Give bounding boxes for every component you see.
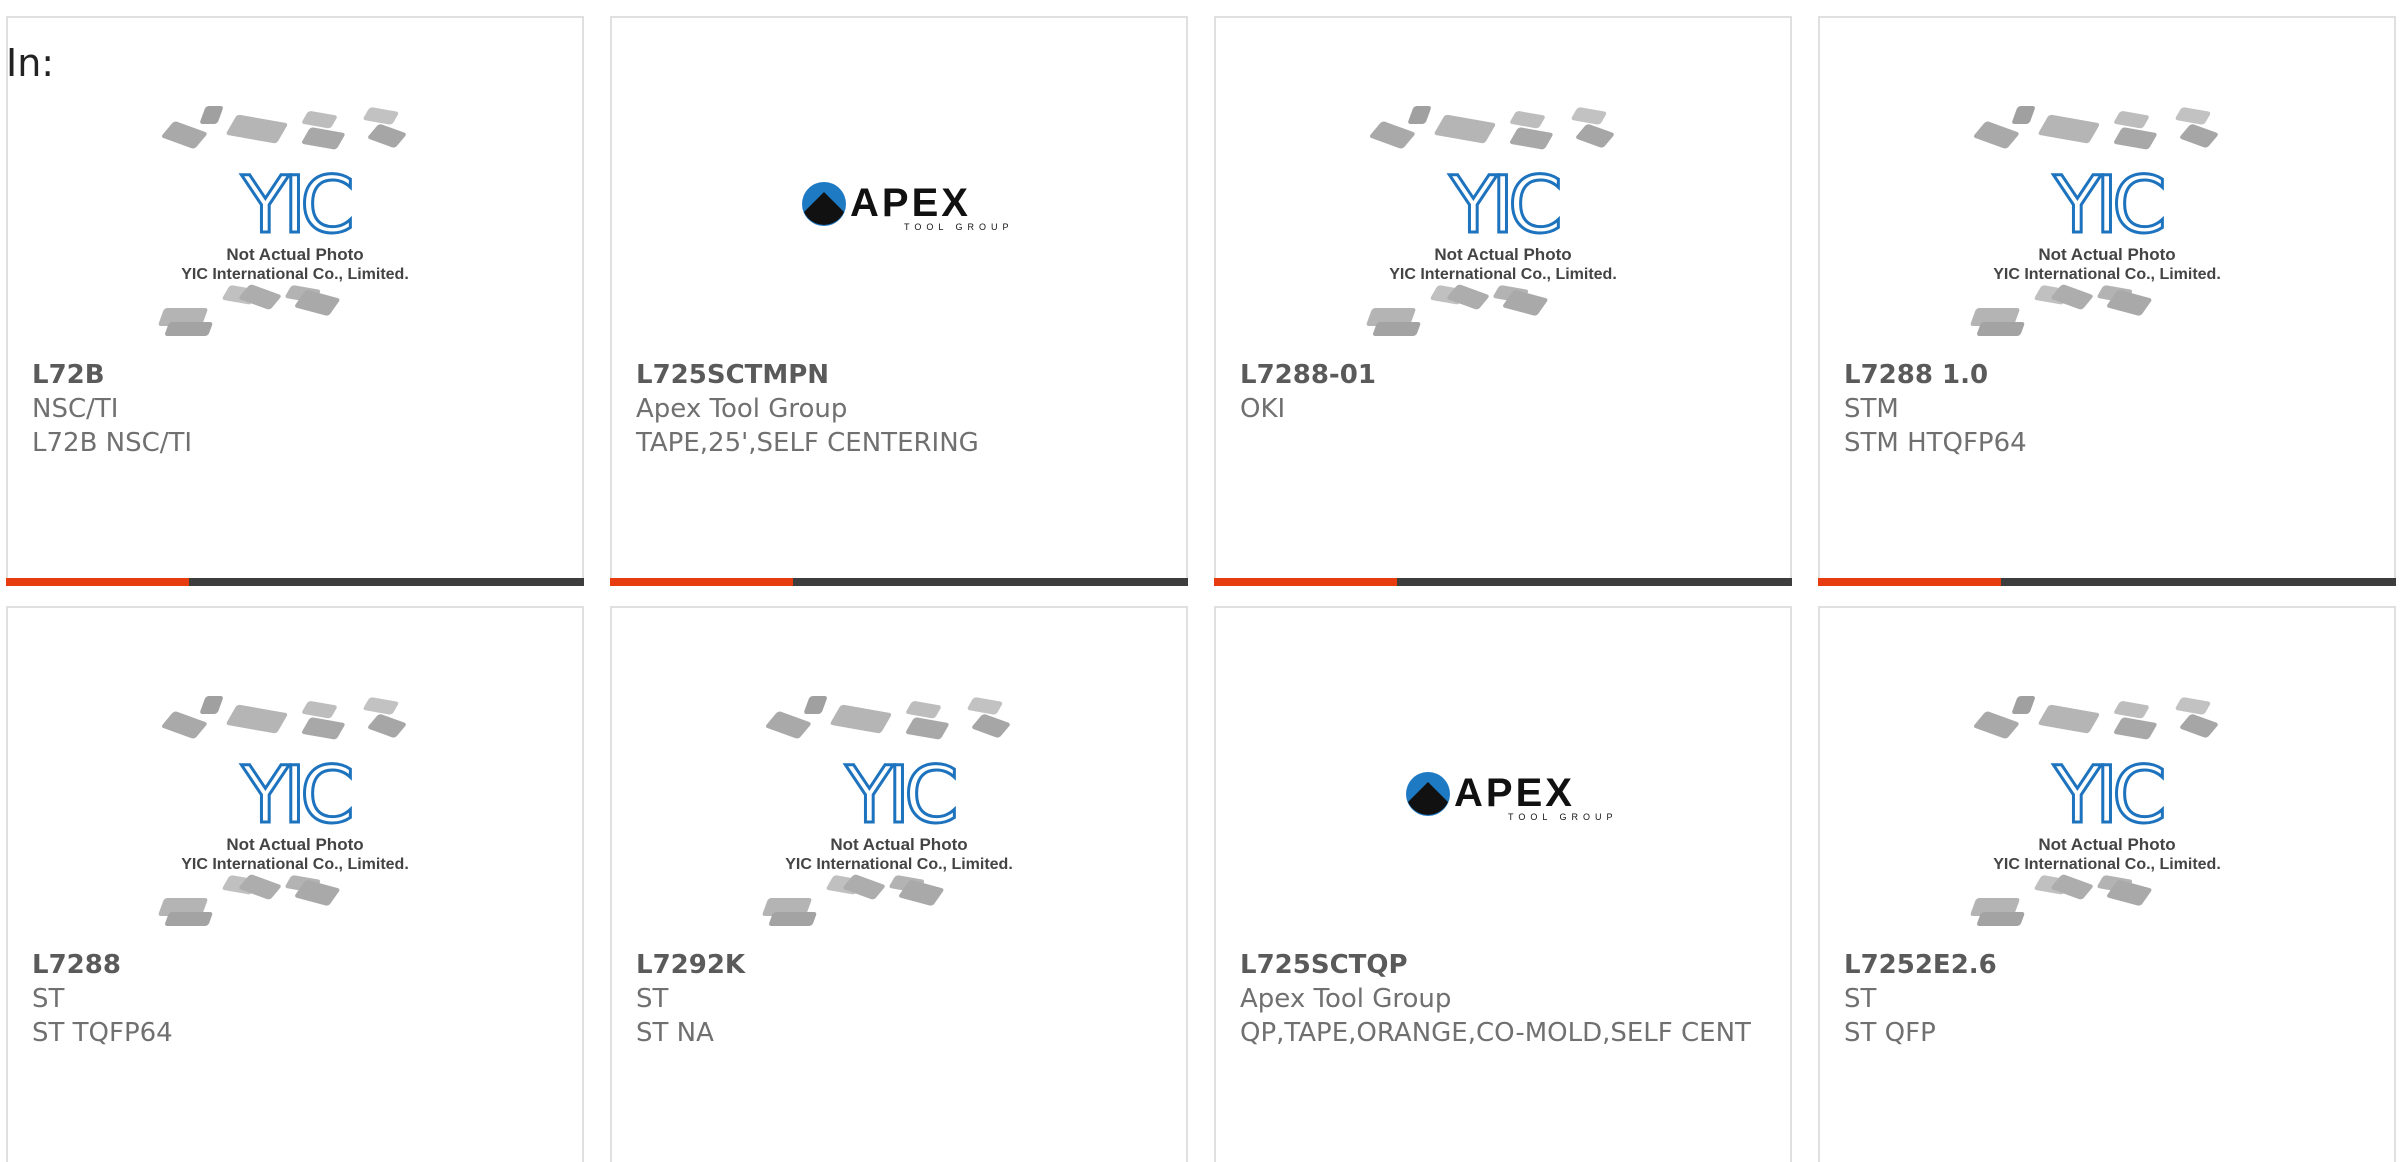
yic-placeholder-icon: YICNot Actual Photo YIC International Co.… xyxy=(158,696,409,926)
svg-text:TOOL GROUP: TOOL GROUP xyxy=(1508,812,1618,822)
product-card[interactable]: APEX TOOL GROUP L725SCTMPN Apex Tool Grou… xyxy=(610,16,1188,586)
manufacturer: Apex Tool Group xyxy=(636,394,848,424)
product-card[interactable]: YIC Not Actual Photo YIC International Co.… xyxy=(1818,16,2396,586)
product-image[interactable]: APEX TOOL GROUP xyxy=(1216,690,1790,960)
yic-placeholder-icon: YICNot Actual Photo YIC International Co.… xyxy=(1366,106,1617,336)
svg-text:YIC International Co., Limited: YIC International Co., Limited. xyxy=(1993,266,2221,283)
product-info: L7288-01 OKI xyxy=(1240,358,1766,426)
yic-logo: YIC xyxy=(240,161,351,251)
card-accent-bar xyxy=(6,578,189,586)
card-accent-bar xyxy=(610,578,793,586)
svg-text:YIC International Co., Limited: YIC International Co., Limited. xyxy=(181,266,409,283)
card-footer-bar xyxy=(610,578,1188,586)
product-info: L725SCTQP Apex Tool Group QP,TAPE,ORANGE… xyxy=(1240,948,1766,1050)
svg-text:Not Actual Photo: Not Actual Photo xyxy=(2038,835,2175,854)
part-number[interactable]: L725SCTMPN xyxy=(636,358,1162,392)
product-card[interactable]: YIC Not Actual Photo YIC International Co.… xyxy=(6,16,584,586)
yic-placeholder-icon: YICNot Actual Photo YIC International Co.… xyxy=(762,696,1013,926)
svg-text:TOOL GROUP: TOOL GROUP xyxy=(904,222,1014,232)
manufacturer: OKI xyxy=(1240,394,1286,424)
part-number[interactable]: L72B xyxy=(32,358,558,392)
part-number[interactable]: L7288 1.0 xyxy=(1844,358,2370,392)
part-number[interactable]: L7292K xyxy=(636,948,1162,982)
svg-text:Not Actual Photo: Not Actual Photo xyxy=(2038,245,2175,264)
product-grid-page: In: YIC Not Actual Photo YIC International… xyxy=(0,0,2400,1162)
description: STM HTQFP64 xyxy=(1844,428,2027,458)
product-info: L7252E2.6 ST ST QFP xyxy=(1844,948,2370,1050)
product-info: L7292K ST ST NA xyxy=(636,948,1162,1050)
svg-text:APEX: APEX xyxy=(850,181,971,225)
svg-text:APEX: APEX xyxy=(1454,771,1575,815)
card-footer-bar xyxy=(1818,578,2396,586)
yic-logo: YIC xyxy=(2052,751,2163,841)
product-card[interactable]: APEX TOOL GROUP L725SCTQP Apex Tool Group… xyxy=(1214,606,1792,1162)
svg-text:Not Actual Photo: Not Actual Photo xyxy=(1434,245,1571,264)
svg-text:YIC International Co., Limited: YIC International Co., Limited. xyxy=(785,856,1013,873)
description: ST QFP xyxy=(1844,1018,1936,1048)
product-info: L725SCTMPN Apex Tool Group TAPE,25',SELF… xyxy=(636,358,1162,460)
part-number[interactable]: L7252E2.6 xyxy=(1844,948,2370,982)
product-info: L7288 1.0 STM STM HTQFP64 xyxy=(1844,358,2370,460)
product-image[interactable]: YIC Not Actual Photo YIC International Co.… xyxy=(8,690,582,960)
yic-logo: YIC xyxy=(2052,161,2163,251)
manufacturer: NSC/TI xyxy=(32,394,119,424)
svg-text:Not Actual Photo: Not Actual Photo xyxy=(226,245,363,264)
description: TAPE,25',SELF CENTERING xyxy=(636,428,979,458)
product-info: L7288 ST ST TQFP64 xyxy=(32,948,558,1050)
svg-text:Not Actual Photo: Not Actual Photo xyxy=(830,835,967,854)
description: L72B NSC/TI xyxy=(32,428,193,458)
product-info: L72B NSC/TI L72B NSC/TI xyxy=(32,358,558,460)
yic-logo: YIC xyxy=(240,751,351,841)
description: ST TQFP64 xyxy=(32,1018,173,1048)
yic-logo: YIC xyxy=(844,751,955,841)
product-image[interactable]: APEX TOOL GROUP xyxy=(612,100,1186,370)
part-number[interactable]: L7288 xyxy=(32,948,558,982)
card-footer-bar xyxy=(1214,578,1792,586)
product-image[interactable]: YIC Not Actual Photo YIC International Co.… xyxy=(612,690,1186,960)
card-footer-bar xyxy=(6,578,584,586)
manufacturer: ST xyxy=(32,984,65,1014)
manufacturer: ST xyxy=(1844,984,1877,1014)
filter-label: In: xyxy=(6,41,55,85)
svg-text:YIC International Co., Limited: YIC International Co., Limited. xyxy=(181,856,409,873)
yic-placeholder-icon: YICNot Actual Photo YIC International Co.… xyxy=(1970,696,2221,926)
part-number[interactable]: L7288-01 xyxy=(1240,358,1766,392)
product-image[interactable]: YIC Not Actual Photo YIC International Co.… xyxy=(1820,100,2394,370)
apex-logo-icon: APEXTOOL GROUP xyxy=(802,181,1014,232)
yic-logo: YIC xyxy=(1448,161,1559,251)
svg-text:YIC International Co., Limited: YIC International Co., Limited. xyxy=(1389,266,1617,283)
card-accent-bar xyxy=(1818,578,2001,586)
svg-text:YIC International Co., Limited: YIC International Co., Limited. xyxy=(1993,856,2221,873)
apex-logo-icon: APEXTOOL GROUP xyxy=(1406,771,1618,822)
card-accent-bar xyxy=(1214,578,1397,586)
yic-placeholder-icon: YICNot Actual Photo YIC International Co.… xyxy=(158,106,409,336)
description: ST NA xyxy=(636,1018,714,1048)
manufacturer: Apex Tool Group xyxy=(1240,984,1452,1014)
product-card[interactable]: YIC Not Actual Photo YIC International Co.… xyxy=(1214,16,1792,586)
svg-text:Not Actual Photo: Not Actual Photo xyxy=(226,835,363,854)
product-image[interactable]: YIC Not Actual Photo YIC International Co.… xyxy=(8,100,582,370)
product-card[interactable]: YIC Not Actual Photo YIC International Co.… xyxy=(6,606,584,1162)
yic-placeholder-icon: YICNot Actual Photo YIC International Co.… xyxy=(1970,106,2221,336)
product-image[interactable]: YIC Not Actual Photo YIC International Co.… xyxy=(1216,100,1790,370)
product-card[interactable]: YIC Not Actual Photo YIC International Co.… xyxy=(1818,606,2396,1162)
manufacturer: ST xyxy=(636,984,669,1014)
part-number[interactable]: L725SCTQP xyxy=(1240,948,1766,982)
product-image[interactable]: YIC Not Actual Photo YIC International Co.… xyxy=(1820,690,2394,960)
description: QP,TAPE,ORANGE,CO-MOLD,SELF CENT xyxy=(1240,1018,1751,1048)
product-card[interactable]: YIC Not Actual Photo YIC International Co.… xyxy=(610,606,1188,1162)
manufacturer: STM xyxy=(1844,394,1899,424)
